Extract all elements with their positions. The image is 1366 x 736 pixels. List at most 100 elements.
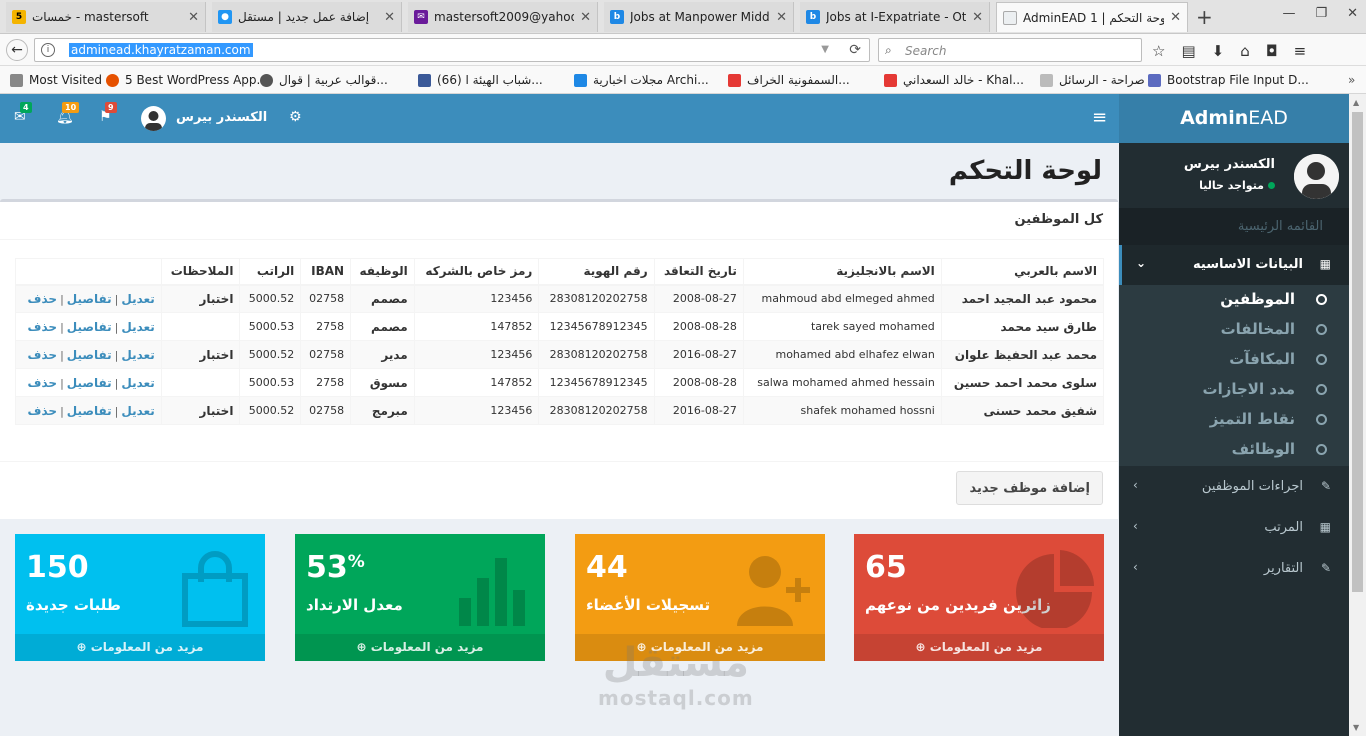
browser-tab-3[interactable]: ✉ mastersoft2009@yahoo.c ✕ bbox=[408, 2, 598, 32]
close-tab-icon[interactable]: ✕ bbox=[580, 10, 591, 25]
bookmark-item[interactable]: (66) شباب الهيئة ا... bbox=[418, 73, 543, 87]
details-link[interactable]: تفاصيل bbox=[67, 292, 112, 306]
bookmarks-overflow-icon[interactable]: » bbox=[1348, 73, 1355, 87]
table-cell: 28308120202758 bbox=[538, 396, 655, 425]
avatar[interactable] bbox=[141, 106, 166, 131]
dropdown-arrow-icon[interactable]: ▼ bbox=[821, 44, 829, 55]
bookmark-item[interactable]: Most Visited bbox=[10, 73, 102, 87]
separator: | bbox=[60, 348, 64, 362]
sidebar-item-payroll[interactable]: ‹ المرتب ▦ bbox=[1119, 508, 1349, 548]
info-icon[interactable]: i bbox=[41, 43, 55, 57]
person-add-icon bbox=[737, 556, 810, 626]
details-link[interactable]: تفاصيل bbox=[67, 404, 112, 418]
page-scrollbar[interactable]: ▲ ▼ bbox=[1349, 94, 1366, 736]
submenu-item-rewards[interactable]: المكافآت bbox=[1119, 345, 1349, 375]
scroll-down-icon[interactable]: ▼ bbox=[1353, 723, 1359, 732]
sidebar-toggle-icon[interactable]: ≡ bbox=[1092, 107, 1107, 128]
details-link[interactable]: تفاصيل bbox=[67, 320, 112, 334]
close-tab-icon[interactable]: ✕ bbox=[188, 10, 199, 25]
browser-tab-active[interactable]: AdminEAD 1 | لوحة التحكم ✕ bbox=[996, 2, 1188, 32]
bookmark-item[interactable]: مجلات اخبارية Archi... bbox=[574, 73, 709, 87]
submenu-item-jobs[interactable]: الوظائف bbox=[1119, 435, 1349, 465]
address-bar[interactable]: i adminead.khayratzaman.com ▼ ⟳ bbox=[34, 38, 870, 62]
new-tab-icon[interactable]: + bbox=[1196, 5, 1213, 29]
library-icon[interactable]: ▤ bbox=[1181, 42, 1195, 60]
settings-gears-icon[interactable]: ⚙ bbox=[289, 109, 302, 125]
home-icon[interactable]: ⌂ bbox=[1240, 42, 1250, 60]
edit-link[interactable]: تعديل bbox=[121, 320, 154, 334]
table-cell: salwa mohamed ahmed hessain bbox=[742, 368, 942, 397]
bookmark-item[interactable]: خالد السعداني - Khal... bbox=[884, 73, 1024, 87]
delete-link[interactable]: حذف bbox=[28, 320, 58, 334]
khamsat-favicon-icon: 5 bbox=[12, 10, 26, 24]
delete-link[interactable]: حذف bbox=[28, 292, 58, 306]
bookmark-label: 5 Best WordPress App... bbox=[125, 73, 268, 87]
header-user-name[interactable]: الكسندر بيرس bbox=[176, 110, 267, 125]
edit-link[interactable]: تعديل bbox=[121, 404, 154, 418]
restore-icon[interactable]: ❐ bbox=[1315, 6, 1327, 21]
app-logo[interactable]: AdminEAD bbox=[1119, 94, 1349, 143]
submenu: الموظفين المخالفات المكافآت مدد الاجازات… bbox=[1119, 285, 1349, 466]
browser-tab-1[interactable]: 5 خمسات - mastersoft ✕ bbox=[6, 2, 206, 32]
add-employee-button[interactable]: إضافة موظف جديد bbox=[956, 471, 1103, 505]
sidebar-item-employee-actions[interactable]: ‹ اجراءات الموظفين ✎ bbox=[1119, 467, 1349, 507]
edit-link[interactable]: تعديل bbox=[121, 292, 154, 306]
sidebar-item-reports[interactable]: ‹ التقارير ✎ bbox=[1119, 549, 1349, 589]
table-cell: 5000.53 bbox=[239, 368, 302, 397]
browser-tab-5[interactable]: b Jobs at I-Expatriate - Othe ✕ bbox=[800, 2, 990, 32]
close-tab-icon[interactable]: ✕ bbox=[384, 10, 395, 25]
scroll-up-icon[interactable]: ▲ bbox=[1353, 98, 1359, 107]
minimize-icon[interactable]: — bbox=[1282, 6, 1295, 21]
more-info-link[interactable]: ⊕ مزيد من المعلومات bbox=[295, 634, 545, 661]
column-header: الاسم بالعربي bbox=[940, 258, 1105, 286]
bookmark-item[interactable]: صراحة - الرسائل bbox=[1040, 73, 1145, 87]
notifications-button[interactable]: 🔔︎ 10 bbox=[56, 102, 80, 125]
hamburger-menu-icon[interactable]: ≡ bbox=[1294, 42, 1307, 60]
search-bar[interactable]: ⌕ Search bbox=[878, 38, 1142, 62]
close-window-icon[interactable]: ✕ bbox=[1347, 6, 1358, 21]
details-link[interactable]: تفاصيل bbox=[67, 348, 112, 362]
url-text[interactable]: adminead.khayratzaman.com bbox=[69, 43, 253, 57]
submenu-item-employees[interactable]: الموظفين bbox=[1119, 285, 1349, 315]
close-tab-icon[interactable]: ✕ bbox=[776, 10, 787, 25]
delete-link[interactable]: حذف bbox=[28, 404, 58, 418]
table-cell: 123456 bbox=[413, 340, 540, 369]
bookmark-item[interactable]: السمفونية الخراف... bbox=[728, 73, 850, 87]
more-info-link[interactable]: ⊕ مزيد من المعلومات bbox=[854, 634, 1104, 661]
download-icon[interactable]: ⬇ bbox=[1212, 42, 1225, 60]
close-tab-icon[interactable]: ✕ bbox=[1170, 10, 1181, 25]
edit-link[interactable]: تعديل bbox=[121, 348, 154, 362]
more-info-link[interactable]: ⊕ مزيد من المعلومات bbox=[15, 634, 265, 661]
separator: | bbox=[114, 404, 119, 418]
pocket-icon[interactable]: ◘ bbox=[1266, 42, 1278, 60]
box-footer: إضافة موظف جديد bbox=[0, 461, 1118, 519]
toolbar-icons: ☆ ▤ ⬇ ⌂ ◘ ≡ bbox=[1152, 42, 1306, 60]
reload-icon[interactable]: ⟳ bbox=[849, 42, 861, 58]
sidebar-item-label: اجراءات الموظفين bbox=[1201, 479, 1303, 494]
delete-link[interactable]: حذف bbox=[28, 376, 58, 390]
submenu-item-excellence-points[interactable]: نقاط التميز bbox=[1119, 405, 1349, 435]
table-cell: 02758 bbox=[300, 340, 352, 369]
table-cell: 5000.52 bbox=[239, 284, 302, 313]
submenu-item-violations[interactable]: المخالفات bbox=[1119, 315, 1349, 345]
edit-link[interactable]: تعديل bbox=[121, 376, 154, 390]
messages-button[interactable]: ✉ 4 bbox=[14, 102, 32, 125]
browser-tab-2[interactable]: ● إضافة عمل جديد | مستقل ✕ bbox=[212, 2, 402, 32]
back-arrow-icon[interactable]: ← bbox=[6, 39, 28, 61]
submenu-item-vacations[interactable]: مدد الاجازات bbox=[1119, 375, 1349, 405]
bookmark-item[interactable]: Bootstrap File Input D... bbox=[1148, 73, 1309, 87]
stat-box-unique-visitors: 65 زائرين فريدين من نوعهم ⊕ مزيد من المع… bbox=[854, 534, 1104, 661]
browser-tab-4[interactable]: b Jobs at Manpower Middle ✕ bbox=[604, 2, 794, 32]
table-cell: 2008-08-28 bbox=[653, 368, 744, 397]
scrollbar-thumb[interactable] bbox=[1352, 112, 1363, 592]
bookmark-item[interactable]: 5 Best WordPress App... bbox=[106, 73, 268, 87]
close-tab-icon[interactable]: ✕ bbox=[972, 10, 983, 25]
flags-button[interactable]: ⚑ 9 bbox=[99, 102, 117, 125]
sidebar-item-basic-data[interactable]: ⌄ البيانات الاساسيه ▦ bbox=[1119, 245, 1349, 285]
details-link[interactable]: تفاصيل bbox=[67, 376, 112, 390]
bookmark-item[interactable]: قوالب عربية | قوال... bbox=[260, 73, 388, 87]
table-row: طارق سيد محمد tarek sayed mohamed 2008-08-… bbox=[15, 312, 1105, 341]
star-icon[interactable]: ☆ bbox=[1152, 42, 1165, 60]
separator: | bbox=[114, 292, 119, 306]
delete-link[interactable]: حذف bbox=[28, 348, 58, 362]
